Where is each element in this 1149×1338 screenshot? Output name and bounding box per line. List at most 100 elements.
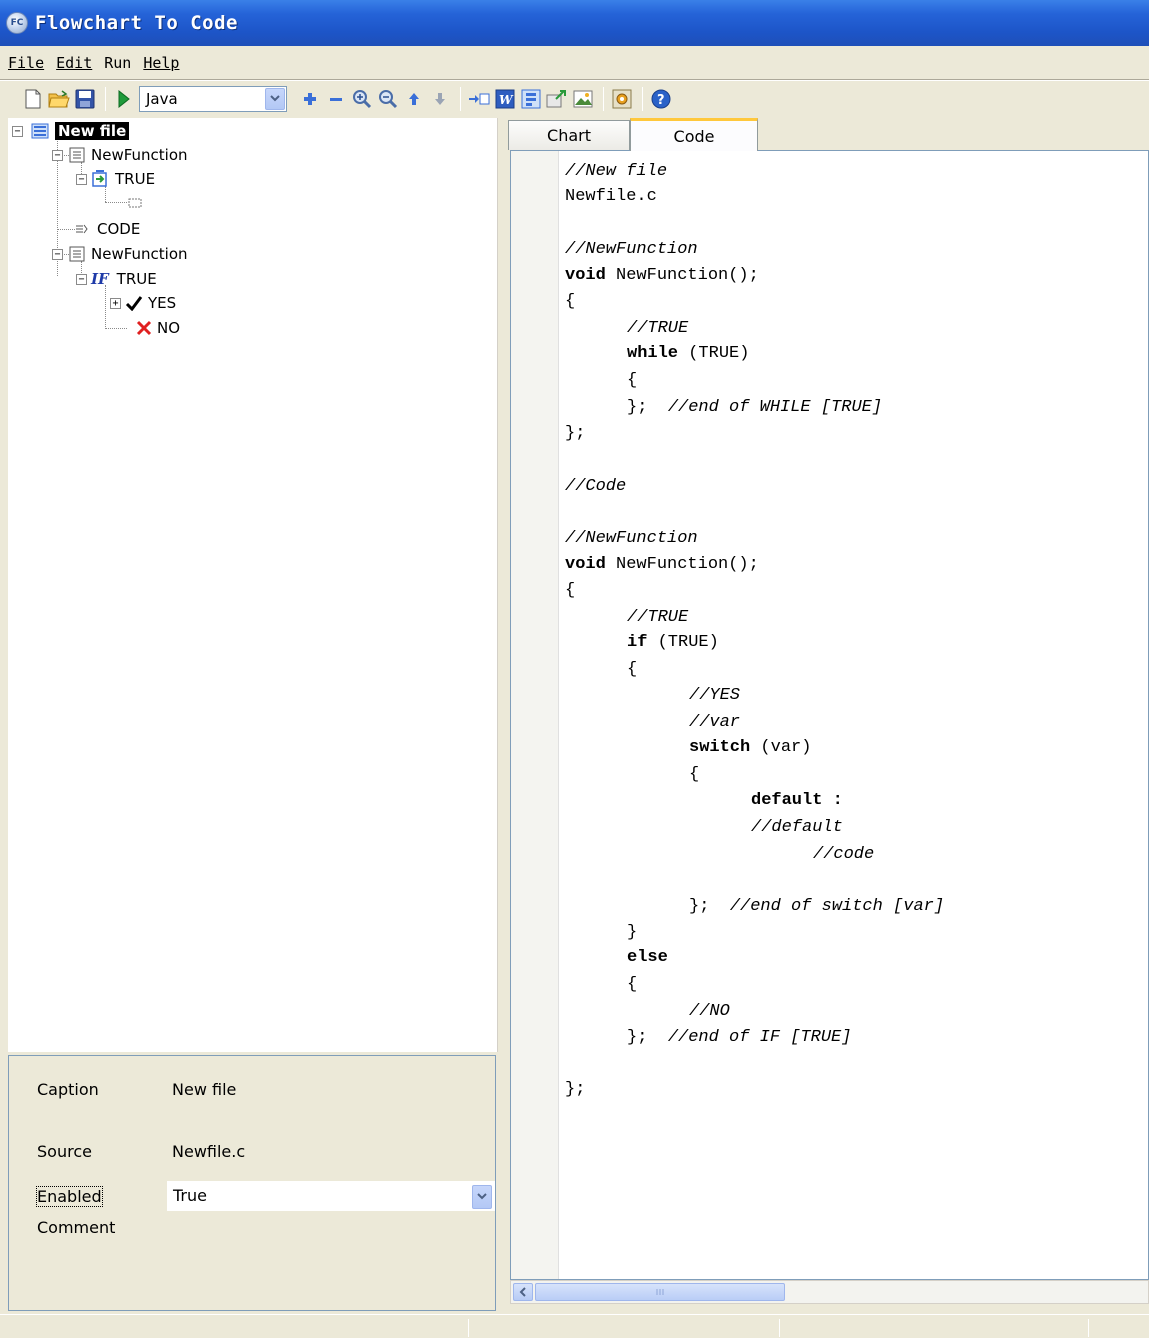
help-icon[interactable]: ? [650, 88, 672, 110]
zoom-out-icon[interactable] [377, 88, 399, 110]
code-icon [75, 223, 89, 235]
tree-item-label: NewFunction [91, 146, 188, 164]
enabled-select[interactable]: True [167, 1181, 495, 1211]
tree-item-if[interactable]: − IF TRUE [76, 268, 157, 290]
chevron-down-icon[interactable] [472, 1185, 492, 1209]
app-icon[interactable]: FC [6, 12, 28, 34]
tree-item-empty[interactable] [128, 192, 142, 214]
code-line: }; //end of WHILE [TRUE] [627, 398, 882, 417]
word-export-icon[interactable]: W [494, 88, 516, 110]
chevron-down-icon[interactable] [265, 88, 285, 110]
toolbar: Java W ? [0, 82, 1149, 116]
code-text: (TRUE) [678, 344, 750, 363]
function-icon [69, 246, 85, 262]
toolbar-divider [603, 87, 604, 111]
status-bar [0, 1314, 1149, 1338]
code-line: //NO [689, 1002, 730, 1021]
code-line: }; [565, 424, 586, 443]
source-value[interactable]: Newfile.c [172, 1142, 245, 1161]
code-line: //TRUE [627, 319, 689, 338]
tab-code[interactable]: Code [630, 118, 758, 151]
checkmark-icon [125, 295, 143, 311]
caption-value[interactable]: New file [172, 1080, 236, 1099]
expand-icon[interactable]: + [110, 297, 121, 309]
image-export-icon[interactable] [572, 88, 594, 110]
collapse-icon[interactable]: − [76, 273, 87, 285]
tree-item-code[interactable]: CODE [75, 218, 140, 240]
code-comment: //end of WHILE [TRUE] [667, 398, 883, 417]
zoom-in-icon[interactable] [351, 88, 373, 110]
code-comment: //end of switch [var] [729, 897, 945, 916]
tree-item-yes[interactable]: + YES [110, 292, 176, 314]
chart-view-icon[interactable] [520, 88, 542, 110]
remove-node-icon[interactable] [325, 88, 347, 110]
svg-text:?: ? [657, 93, 665, 108]
menu-separator [0, 79, 1149, 81]
code-keyword: while [627, 344, 679, 363]
collapse-icon[interactable]: − [52, 248, 63, 260]
tree-item-function[interactable]: − NewFunction [52, 243, 188, 265]
loop-icon [91, 170, 109, 188]
tree-connector [105, 285, 106, 329]
tree-connector [105, 328, 127, 329]
move-down-icon[interactable] [429, 88, 451, 110]
tree-item-while[interactable]: − TRUE [76, 168, 155, 190]
scroll-left-icon[interactable] [513, 1283, 533, 1301]
language-select[interactable]: Java [139, 86, 287, 112]
code-line: switch (var) [689, 738, 811, 757]
cross-icon [136, 320, 152, 336]
editor-gutter [511, 151, 559, 1279]
tree-item-label: NewFunction [91, 245, 188, 263]
language-select-value: Java [146, 90, 178, 108]
menu-bar: File Edit Run Help [0, 48, 1149, 78]
code-line: { [627, 371, 638, 390]
code-editor[interactable]: //New file Newfile.c //NewFunction void … [510, 150, 1149, 1280]
empty-block-icon [128, 198, 142, 208]
menu-file[interactable]: File [8, 54, 44, 72]
tab-label: Code [673, 126, 715, 146]
enabled-select-value: True [173, 1186, 207, 1205]
tab-chart[interactable]: Chart [508, 120, 630, 150]
tree-item-no[interactable]: NO [128, 317, 180, 339]
code-line: { [565, 581, 576, 600]
insert-block-icon[interactable] [468, 88, 490, 110]
code-line: else [627, 948, 668, 967]
tree-item-label: TRUE [116, 270, 157, 288]
scrollbar-thumb[interactable] [535, 1283, 785, 1301]
tree-item-label: TRUE [115, 170, 156, 188]
collapse-icon[interactable]: − [52, 149, 63, 161]
menu-help[interactable]: Help [143, 54, 179, 72]
horizontal-scrollbar[interactable] [510, 1280, 1149, 1304]
collapse-icon[interactable]: − [76, 173, 87, 185]
tree-item-label: CODE [97, 220, 141, 238]
code-keyword: void [565, 266, 606, 285]
flowchart-tree[interactable]: − New file − NewFunction − TRUE CODE − N… [8, 118, 498, 1052]
collapse-icon[interactable]: − [12, 125, 23, 137]
svg-text:W: W [499, 93, 514, 107]
run-icon[interactable] [113, 88, 135, 110]
properties-panel: Caption New file Source Newfile.c Enable… [8, 1055, 496, 1311]
code-line: }; [565, 1080, 586, 1099]
code-keyword: switch [689, 738, 751, 757]
move-up-icon[interactable] [403, 88, 425, 110]
menu-edit[interactable]: Edit [56, 54, 92, 72]
toolbar-divider [460, 87, 461, 111]
new-file-icon[interactable] [22, 88, 44, 110]
status-divider [1088, 1319, 1089, 1337]
if-icon: IF [91, 270, 109, 288]
function-icon [69, 147, 85, 163]
export-icon[interactable] [546, 88, 568, 110]
source-label: Source [37, 1142, 92, 1161]
code-line: //Code [565, 477, 627, 496]
code-line: if (TRUE) [627, 633, 719, 652]
status-divider [468, 1319, 469, 1337]
menu-run[interactable]: Run [104, 54, 131, 72]
save-icon[interactable] [74, 88, 96, 110]
code-line: { [689, 765, 700, 784]
code-line: }; //end of switch [var] [689, 897, 944, 916]
tree-item-function[interactable]: − NewFunction [52, 144, 188, 166]
add-node-icon[interactable] [299, 88, 321, 110]
settings-icon[interactable] [611, 88, 633, 110]
open-folder-icon[interactable] [48, 88, 70, 110]
tree-item-root[interactable]: − New file [12, 120, 130, 142]
